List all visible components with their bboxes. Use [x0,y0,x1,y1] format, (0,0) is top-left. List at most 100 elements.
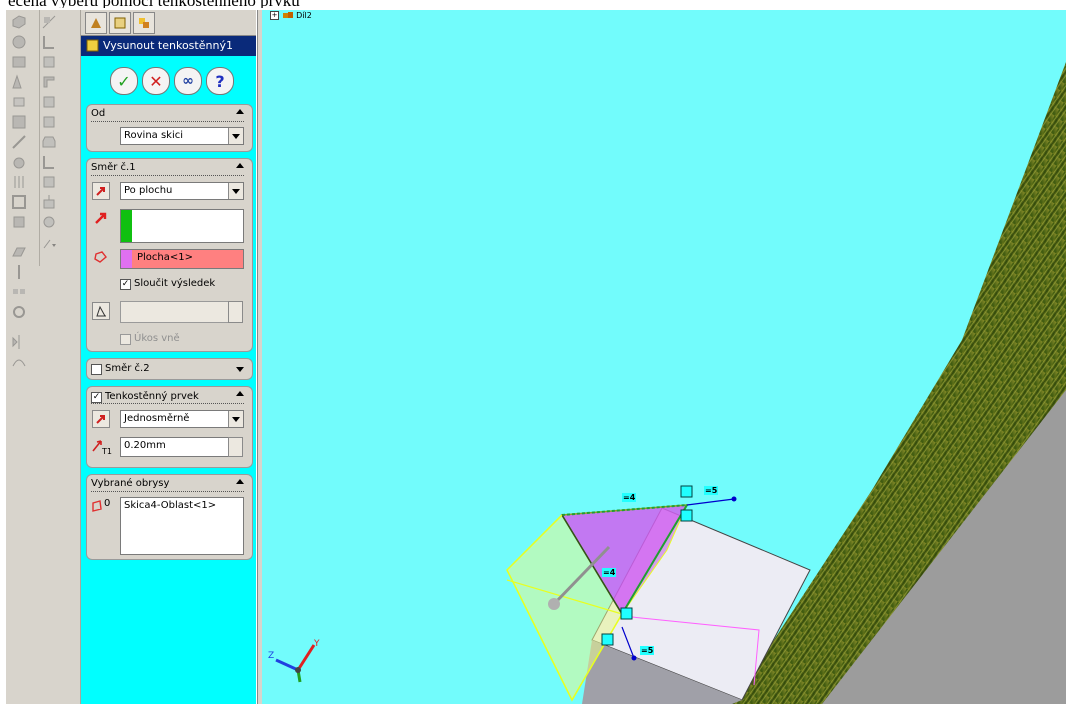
linear-pattern-icon[interactable] [11,284,27,300]
rib-icon[interactable] [11,174,27,190]
thickness-icon: T1 [92,440,112,456]
collapse-contours-icon[interactable] [236,479,244,484]
dimension-label-top-left[interactable]: =4 [622,493,637,502]
draft-icon [96,305,106,317]
graphics-viewport[interactable]: + Díl2 =4 =5 =4 =5 Z Y [262,10,1066,704]
circular-pattern-icon[interactable] [11,304,27,320]
draft-angle-field[interactable] [120,301,230,323]
list-item[interactable]: Skica4-Oblast<1> [124,500,216,511]
offset-surface-icon[interactable] [41,114,57,130]
configuration-manager-icon [139,18,149,28]
draft-angle-spinner[interactable] [228,301,243,323]
shell-icon[interactable] [11,194,27,210]
draft-outward-checkbox[interactable] [120,334,131,345]
fillet-icon[interactable] [11,134,27,150]
cavity-icon[interactable] [41,134,57,150]
group-thin-feature-title: Tenkostěnný prvek [105,391,199,402]
dimension-label-middle[interactable]: =4 [602,568,617,577]
group-direction1: Směr č.1 Po plochu Plocha<1> ✓ Sloučit v… [86,158,253,352]
dimension-label-top-right[interactable]: =5 [704,486,719,495]
curves-icon[interactable] [11,354,27,370]
thickness-field[interactable]: 0.20mm [120,437,230,457]
direction-arrow-icon [95,212,107,224]
features-toolbar [6,10,81,704]
face-selection-icon [94,251,107,263]
reverse-direction-button[interactable] [92,182,110,200]
property-manager-panel: Vysunout tenkostěnný1 ✓ ✕ ∞ ? Od Rovina … [81,10,256,704]
reverse-direction-icon [96,415,105,424]
merge-result-checkbox[interactable]: ✓ [120,279,131,290]
face-selection-box[interactable]: Plocha<1> [120,249,244,269]
thickness-spinner[interactable] [228,437,243,457]
group-direction2-title: Směr č.2 [105,363,150,374]
direction-selection-box[interactable] [120,209,244,243]
manager-tabs [81,10,256,36]
detailed-preview-button[interactable]: ∞ [174,67,202,95]
thin-reverse-button[interactable] [92,410,110,428]
extruded-boss-icon[interactable] [11,14,27,30]
tab-configuration-manager[interactable] [133,12,155,34]
collapse-thin-feature-icon[interactable] [236,391,244,396]
group-direction1-title: Směr č.1 [91,162,136,173]
chevron-down-icon [228,183,243,199]
draft-outward-label: Úkos vně [134,333,180,344]
chamfer-icon[interactable] [11,154,27,170]
contours-list[interactable]: Skica4-Oblast<1> [120,497,244,555]
reference-axis-icon[interactable] [11,264,27,280]
thickness-symbol: T1 [101,447,112,456]
hole-wizard-icon[interactable] [41,34,57,50]
group-from-title: Od [91,108,106,119]
expand-direction2-icon[interactable] [236,367,244,372]
thicken-icon[interactable] [41,94,57,110]
dimension-label-bottom[interactable]: =5 [640,646,655,655]
thin-type-combo[interactable]: Jednosměrně [120,410,244,428]
chevron-down-icon [228,128,243,144]
mirror-icon[interactable] [11,334,27,350]
draft-on-off-button[interactable] [92,302,110,320]
contour-symbol: 0 [104,498,110,509]
thin-feature-checkbox[interactable]: ✓ [91,392,102,403]
boundary-boss-icon[interactable] [41,14,57,30]
feature-tree-icon [91,18,101,28]
group-contours-title: Vybrané obrysy [91,478,170,489]
revolved-boss-icon[interactable] [11,34,27,50]
reference-plane-icon[interactable] [11,244,27,260]
wrap-icon[interactable] [41,54,57,70]
scale-icon[interactable] [41,194,57,210]
feature-title: Vysunout tenkostěnný1 [103,39,233,52]
dome-icon[interactable] [41,74,57,90]
group-selected-contours: Vybrané obrysy 0 Skica4-Oblast<1> [86,474,253,560]
collapse-direction1-icon[interactable] [236,163,244,168]
more-features-dropdown-icon[interactable] [41,236,57,252]
tab-feature-manager[interactable] [85,12,107,34]
extruded-cut-icon[interactable] [11,94,27,110]
group-thin-feature: ✓ Tenkostěnný prvek Jednosměrně T1 0.20m… [86,386,253,468]
document-caption: ečená výběru pomocí tenkostěnného prvku [0,0,1066,8]
merge-result-label: Sloučit výsledek [134,278,216,289]
property-manager-icon [114,17,126,29]
ok-button[interactable]: ✓ [110,67,138,95]
axis-z-label: Z [268,651,275,661]
group-direction2: Směr č.2 [86,358,253,380]
instant3d-icon[interactable] [41,214,57,230]
lofted-boss-icon[interactable] [11,74,27,90]
cancel-button[interactable]: ✕ [142,67,170,95]
chevron-down-icon [228,411,243,427]
reverse-direction-icon [96,187,105,196]
direction2-checkbox[interactable] [91,364,102,375]
contour-icon: 0 [92,498,110,512]
draft-analysis-icon[interactable] [41,154,57,170]
coordinate-triad [275,644,316,683]
collapse-from-icon[interactable] [236,109,244,114]
end-condition-combo[interactable]: Po plochu [120,182,244,200]
from-combo[interactable]: Rovina skici [120,127,244,145]
revolved-cut-icon[interactable] [11,114,27,130]
split-line-icon[interactable] [41,174,57,190]
model-graphics [275,62,1066,704]
tab-property-manager[interactable] [109,12,131,34]
help-button[interactable]: ? [206,67,234,95]
draft-icon[interactable] [11,214,27,230]
group-from: Od Rovina skici [86,104,253,152]
swept-boss-icon[interactable] [11,54,27,70]
axis-y-label: Y [314,639,320,649]
